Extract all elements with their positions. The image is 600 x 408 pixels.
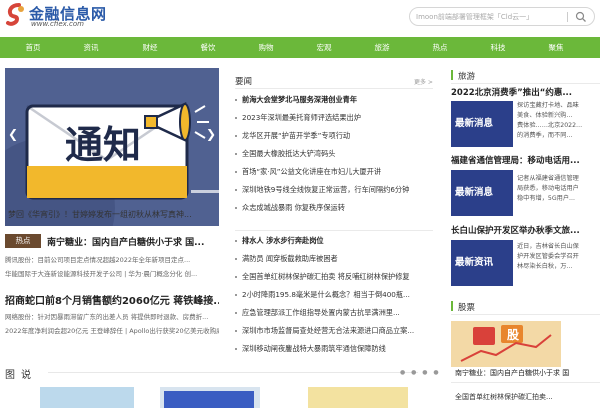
news-item[interactable]: 排水人 涉水步行奔赴岗位 xyxy=(235,236,435,246)
section-accent-bar xyxy=(451,301,453,311)
hot-subline[interactable]: 华能国际于大连新设能源科技开发子公司 | 华为·晨门概念分化 创... xyxy=(5,268,219,278)
thumb-label: 最新消息 xyxy=(455,187,494,198)
hot-subline[interactable]: 腾讯股份：目前公司项目定点情况超越2022年全年新项目定点... xyxy=(5,254,219,264)
feature-subline[interactable]: 2022年度净利润会超20亿元 王登峰辞任 | Apollo出行获奖20亿美元收… xyxy=(5,325,219,335)
nav-item-finance[interactable]: 财经 xyxy=(130,37,170,58)
travel-thumb[interactable]: 最新消息 xyxy=(451,101,513,147)
search-input[interactable] xyxy=(416,11,566,23)
news-item[interactable]: 全国最大橡胶抵达大铲湾码头 xyxy=(235,149,435,159)
stock-art: 股 xyxy=(451,321,561,367)
travel-thumb[interactable]: 最新消息 xyxy=(451,170,513,216)
stock-art-label: 股 xyxy=(507,327,520,342)
nav-item-focus[interactable]: 聚焦 xyxy=(536,37,576,58)
nav-item-hot[interactable]: 热点 xyxy=(420,37,460,58)
more-link[interactable]: 更多 > xyxy=(414,77,433,86)
thumb-label: 最新消息 xyxy=(455,118,494,129)
carousel-dots[interactable]: ● ● ● ● xyxy=(400,369,441,376)
news-item[interactable]: 龙华区开展“护苗开学季”专项行动 xyxy=(235,131,435,141)
banner-heading: 通知 xyxy=(65,123,141,167)
divider xyxy=(451,83,600,84)
travel-summary: 记者从福建省通信管理 局获悉，移动电话用户 稳中有增，5G用户... xyxy=(517,175,579,202)
section-accent-bar xyxy=(451,70,453,80)
nav-item-dining[interactable]: 餐饮 xyxy=(188,37,228,58)
travel-summary: 近日，吉林省长白山保 护开发区管委会学召开 林尽染长白秋，万... xyxy=(517,243,579,270)
news-item[interactable]: 2小时降雨195.8毫米是什么概念？相当于倒400瓶... xyxy=(235,290,435,300)
nav-item-travel[interactable]: 旅游 xyxy=(362,37,402,58)
middle-section-title: 要闻 xyxy=(235,77,253,87)
travel-headline[interactable]: 2022北京消费季”推出“约惠... xyxy=(451,86,600,98)
news-item[interactable]: 深圳移动闸夜鏖战特大暴雨筑牢通信保障防线 xyxy=(235,344,435,354)
site-logo[interactable]: 金融信息网 www.cfiex.com xyxy=(5,3,115,31)
gallery-thumb[interactable] xyxy=(40,387,134,408)
divider xyxy=(48,372,418,373)
nav-item-shopping[interactable]: 购物 xyxy=(246,37,286,58)
search-icon[interactable] xyxy=(575,11,587,23)
travel-thumb[interactable]: 最新资讯 xyxy=(451,240,513,286)
hot-headline[interactable]: 南宁糖业：国内自产白糖供小于求 国... xyxy=(47,235,219,248)
main-nav: 首页 资讯 财经 餐饮 购物 宏观 旅游 热点 科技 聚焦 xyxy=(0,37,600,58)
news-item[interactable]: 应急管理部派工作组指导处置内蒙古抗旱满洲里... xyxy=(235,308,435,318)
stock-image[interactable]: 股 xyxy=(451,321,561,367)
nav-item-news[interactable]: 资讯 xyxy=(71,37,111,58)
banner-image: 通知 xyxy=(5,68,219,226)
feature-subline[interactable]: 网络股份：针对因暴雨滞留广东的出差人员 将提供即时退款、房费折... xyxy=(5,311,219,321)
divider xyxy=(451,314,600,315)
news-item[interactable]: 深圳地铁9号线全线恢复正常运营，行车间隔约6分钟 xyxy=(235,185,435,195)
news-item[interactable]: 众志成城战暴雨 你复秩序保运转 xyxy=(235,203,435,213)
hot-badge: 热点 xyxy=(5,234,41,248)
nav-item-tech[interactable]: 科技 xyxy=(478,37,518,58)
stock-headline[interactable]: 南宁糖业：国内自产白糖供小于求 国 xyxy=(455,368,600,378)
news-item[interactable]: 2023年深圳最美托育师评选结果出炉 xyxy=(235,113,435,123)
news-item[interactable]: 全国首单红树林保护碳汇拍卖 将反哺红树林保护修复 xyxy=(235,272,435,282)
news-item[interactable]: 前海大会堂梦北马服务深港创业青年 xyxy=(235,95,435,105)
logo-url: www.cfiex.com xyxy=(31,20,84,28)
gallery-thumb[interactable] xyxy=(160,387,260,408)
thumb-label: 最新资讯 xyxy=(455,257,494,268)
news-item[interactable]: 满防员 闻穿板截救助库被困者 xyxy=(235,254,435,264)
stock-section-title: 股票 xyxy=(458,303,476,313)
gallery-thumb-art xyxy=(164,391,254,408)
news-item[interactable]: 首场“家·风”公益文化讲座在市妇儿大厦开讲 xyxy=(235,167,435,177)
feature-headline[interactable]: 招商蛇口前8个月销售额约2060亿元 蒋铁峰接... xyxy=(5,292,219,307)
nav-item-macro[interactable]: 宏观 xyxy=(304,37,344,58)
divider xyxy=(451,382,600,383)
nav-item-home[interactable]: 首页 xyxy=(13,37,53,58)
divider xyxy=(235,88,433,89)
travel-summary: 探访宝藏打卡地、品味 美食、体验新兴购… 费体验……北京2022… 的消费季，而… xyxy=(517,102,583,139)
travel-headline[interactable]: 长白山保护开发区举办秋季文旅... xyxy=(451,224,600,236)
carousel-prev-button[interactable]: ❮ xyxy=(8,125,18,143)
gallery-thumb[interactable] xyxy=(308,387,408,408)
header: 金融信息网 www.cfiex.com xyxy=(0,0,600,36)
travel-section-title: 旅游 xyxy=(458,72,476,82)
divider xyxy=(235,230,433,231)
banner-carousel[interactable]: 通知 xyxy=(5,68,219,226)
logo-mark-icon xyxy=(6,3,24,26)
banner-caption[interactable]: 梦回《华宵引》！甘婷婷发布一组初秋从林写真神... xyxy=(8,209,214,220)
tushuo-section-title: 图说 xyxy=(5,370,37,381)
news-item[interactable]: 深圳市市场监督局查处经营无合法来源进口商品立案... xyxy=(235,326,435,336)
search-box xyxy=(409,7,595,26)
carousel-next-button[interactable]: ❯ xyxy=(206,125,216,143)
stock-news-item[interactable]: 全国首单红树林保护碳汇拍卖... xyxy=(455,392,600,402)
search-divider xyxy=(567,12,568,22)
travel-headline[interactable]: 福建省通信管理局：移动电话用... xyxy=(451,154,600,166)
